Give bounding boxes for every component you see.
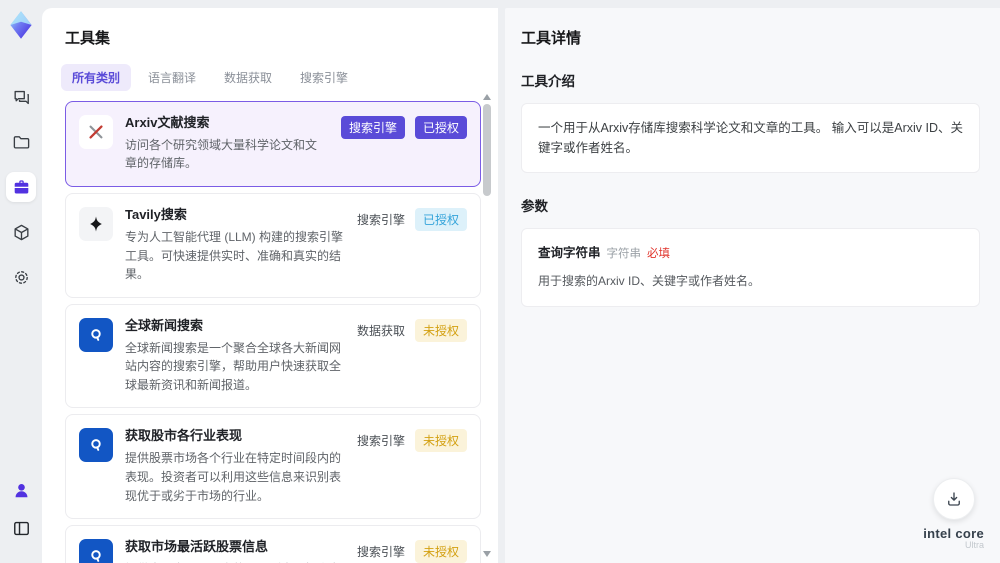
- tab-translate[interactable]: 语言翻译: [137, 64, 207, 91]
- sidebar-item-chat[interactable]: [6, 82, 36, 112]
- sidebar-bottom: [6, 475, 36, 551]
- tool-name: 获取股市各行业表现: [125, 428, 243, 444]
- download-icon: [947, 492, 960, 506]
- cube-icon: [13, 224, 29, 240]
- sidebar-item-toolbox[interactable]: [6, 172, 36, 202]
- tool-category-badge: 数据获取: [356, 323, 405, 338]
- intro-heading: 工具介绍: [521, 74, 575, 89]
- tool-card[interactable]: 获取股市各行业表现 提供股票市场各个行业在特定时间段内的表现。投资者可以利用这些…: [65, 414, 481, 520]
- download-button[interactable]: [932, 477, 975, 520]
- gear-icon: [14, 270, 28, 284]
- tool-name: Arxiv文献搜索: [125, 115, 210, 130]
- params-heading: 参数: [521, 199, 548, 214]
- sidebar-item-settings[interactable]: [6, 262, 36, 292]
- news-icon: [79, 428, 113, 463]
- sidebar-item-models[interactable]: [6, 217, 36, 247]
- brand-subtext: Ultra: [964, 540, 984, 551]
- app-sidebar: [0, 0, 42, 563]
- tool-category-badge: 搜索引擎: [356, 545, 405, 560]
- tool-name: 全球新闻搜索: [125, 317, 204, 333]
- chat-icon: [13, 90, 29, 104]
- panel-toggle-icon: [13, 521, 29, 535]
- news-icon: [79, 539, 113, 563]
- tool-card[interactable]: Tavily搜索 专为人工智能代理 (LLM) 构建的搜索引擎工具。可快速提供实…: [65, 193, 481, 298]
- tools-panel: 工具集 所有类别 语言翻译 数据获取 搜索引擎 Arxiv文献搜索 访问各个研究领域大…: [42, 8, 498, 563]
- param-box: 查询字符串 字符串 必填 用于搜索的Arxiv ID、关键字或作者姓名。: [521, 228, 980, 307]
- detail-title: 工具详情: [521, 30, 582, 47]
- param-required-badge: 必填: [647, 248, 671, 260]
- tool-auth-badge: 未授权: [414, 318, 467, 342]
- tab-search[interactable]: 搜索引擎: [289, 64, 359, 91]
- intro-text: 一个用于从Arxiv存储库搜索科学论文和文章的工具。 输入可以是Arxiv ID…: [538, 121, 964, 155]
- category-tabs: 所有类别 语言翻译 数据获取 搜索引擎: [61, 64, 498, 91]
- sidebar-nav: [6, 82, 36, 307]
- tool-name: 获取市场最活跃股票信息: [125, 539, 269, 555]
- sidebar-item-collapse[interactable]: [6, 513, 36, 543]
- tab-all[interactable]: 所有类别: [61, 64, 132, 91]
- tool-name: Tavily搜索: [125, 207, 187, 223]
- param-type: 字符串: [606, 248, 642, 260]
- scrollbar-thumb[interactable]: [483, 104, 491, 196]
- tool-card[interactable]: Arxiv文献搜索 访问各个研究领域大量科学论文和文章的存储库。 搜索引擎 已授…: [65, 101, 481, 188]
- param-name: 查询字符串: [538, 246, 601, 260]
- intro-box: 一个用于从Arxiv存储库搜索科学论文和文章的工具。 输入可以是Arxiv ID…: [521, 103, 980, 173]
- tool-category-badge: 搜索引擎: [356, 213, 405, 228]
- scroll-down-icon[interactable]: [483, 551, 491, 557]
- sidebar-item-profile[interactable]: [6, 475, 36, 505]
- arxiv-icon: [79, 115, 113, 149]
- briefcase-icon: [14, 179, 28, 193]
- sparkle-icon: [79, 207, 113, 242]
- tool-description: 提供股票市场各个行业在特定时间段内的表现。投资者可以利用这些信息来识别表现优于或…: [125, 451, 342, 503]
- tool-auth-badge: 已授权: [414, 116, 467, 139]
- page-title: 工具集: [65, 30, 111, 47]
- tool-auth-badge: 已授权: [414, 208, 467, 232]
- intel-core-logo: intel core Ultra: [923, 525, 984, 551]
- sidebar-item-folder[interactable]: [6, 127, 36, 157]
- tool-category-badge: 搜索引擎: [340, 116, 405, 139]
- tool-card[interactable]: 全球新闻搜索 全球新闻搜索是一个聚合全球各大新闻网站内容的搜索引擎，帮助用户快速…: [65, 303, 481, 409]
- scroll-up-icon[interactable]: [483, 94, 491, 100]
- tab-data[interactable]: 数据获取: [213, 64, 283, 91]
- tool-auth-badge: 未授权: [414, 429, 467, 453]
- tool-detail-panel: 工具详情 工具介绍 一个用于从Arxiv存储库搜索科学论文和文章的工具。 输入可…: [505, 8, 1000, 563]
- tool-description: 专为人工智能代理 (LLM) 构建的搜索引擎工具。可快速提供实时、准确和真实的结…: [125, 229, 344, 282]
- news-icon: [79, 317, 113, 352]
- avatar-icon: [15, 483, 27, 497]
- brand-text: intel core: [923, 525, 984, 541]
- list-scrollbar[interactable]: [482, 94, 492, 557]
- tool-category-badge: 搜索引擎: [356, 434, 405, 449]
- tool-description: 访问各个研究领域大量科学论文和文章的存储库。: [125, 137, 318, 171]
- tool-card[interactable]: 获取市场最活跃股票信息 提供当天交易量最高的股票列表，投资者可以利用这些信息来识…: [65, 525, 481, 563]
- corner-widgets: intel core Ultra: [923, 477, 984, 551]
- folder-icon: [13, 135, 29, 149]
- app-logo-icon: [6, 10, 36, 40]
- tool-list: Arxiv文献搜索 访问各个研究领域大量科学论文和文章的存储库。 搜索引擎 已授…: [65, 101, 481, 563]
- tool-auth-badge: 未授权: [414, 540, 467, 563]
- param-desc: 用于搜索的Arxiv ID、关键字或作者姓名。: [538, 274, 761, 289]
- tool-description: 全球新闻搜索是一个聚合全球各大新闻网站内容的搜索引擎，帮助用户快速获取全球最新资…: [125, 340, 342, 392]
